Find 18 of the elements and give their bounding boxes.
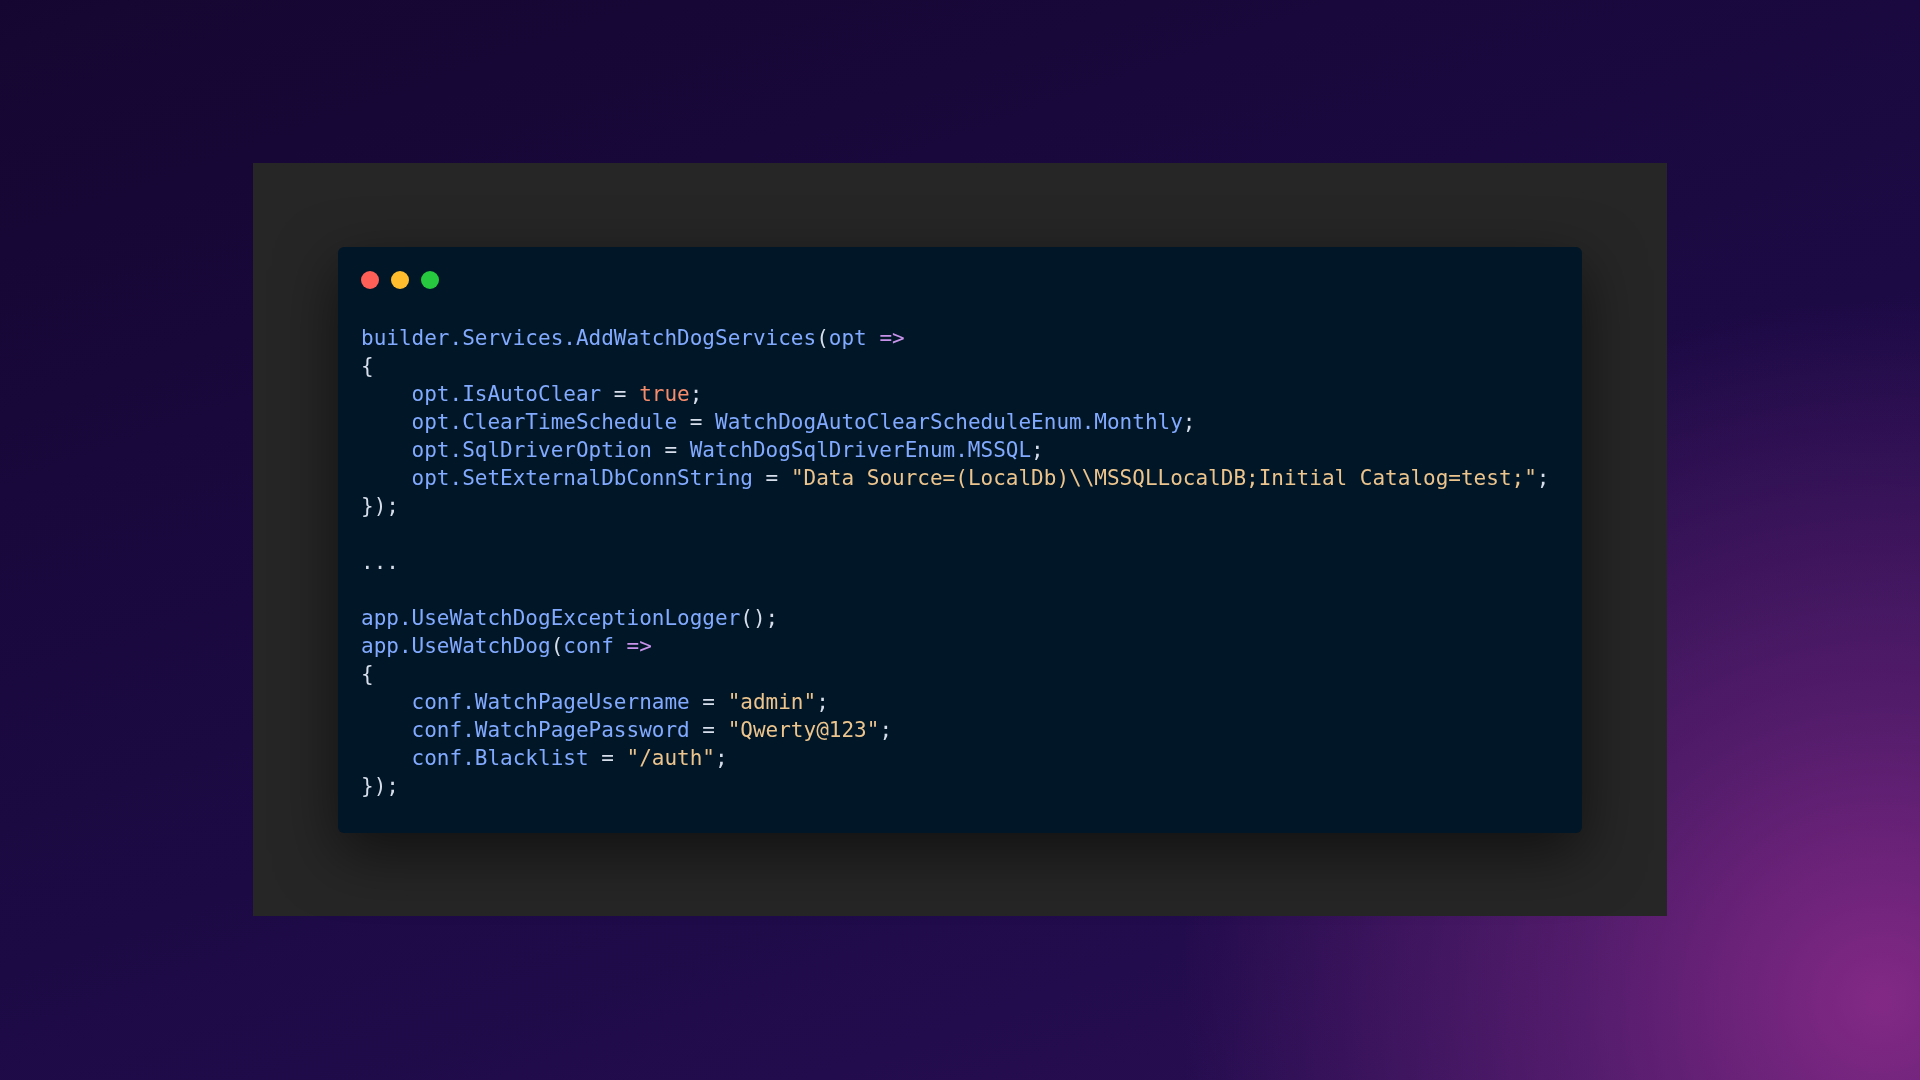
code-line: { bbox=[361, 353, 374, 380]
maximize-button[interactable] bbox=[421, 271, 439, 289]
code-line: conf.WatchPagePassword = "Qwerty@123"; bbox=[411, 717, 893, 744]
minimize-button[interactable] bbox=[391, 271, 409, 289]
code-line: opt.IsAutoClear = true; bbox=[411, 381, 703, 408]
code-line: app.UseWatchDogExceptionLogger(); bbox=[361, 605, 779, 632]
close-button[interactable] bbox=[361, 271, 379, 289]
code-line: { bbox=[361, 661, 374, 688]
code-line: ... bbox=[361, 549, 399, 576]
code-line: conf.WatchPageUsername = "admin"; bbox=[411, 689, 829, 716]
code-line: app.UseWatchDog(conf => bbox=[361, 633, 652, 660]
code-line: }); bbox=[361, 773, 399, 800]
code-line: builder.Services.AddWatchDogServices(opt => bbox=[361, 325, 905, 352]
code-line: }); bbox=[361, 493, 399, 520]
code-line: conf.Blacklist = "/auth"; bbox=[411, 745, 728, 772]
code-line: opt.ClearTimeSchedule = WatchDogAutoClearScheduleEnum.Monthly; bbox=[411, 409, 1196, 436]
code-line: opt.SqlDriverOption = WatchDogSqlDriverEnum.MSSQL; bbox=[411, 437, 1044, 464]
code-line: opt.SetExternalDbConnString = "Data Source=(LocalDb)\\MSSQLLocalDB;Initial Catalog=test;"; bbox=[411, 465, 1550, 492]
